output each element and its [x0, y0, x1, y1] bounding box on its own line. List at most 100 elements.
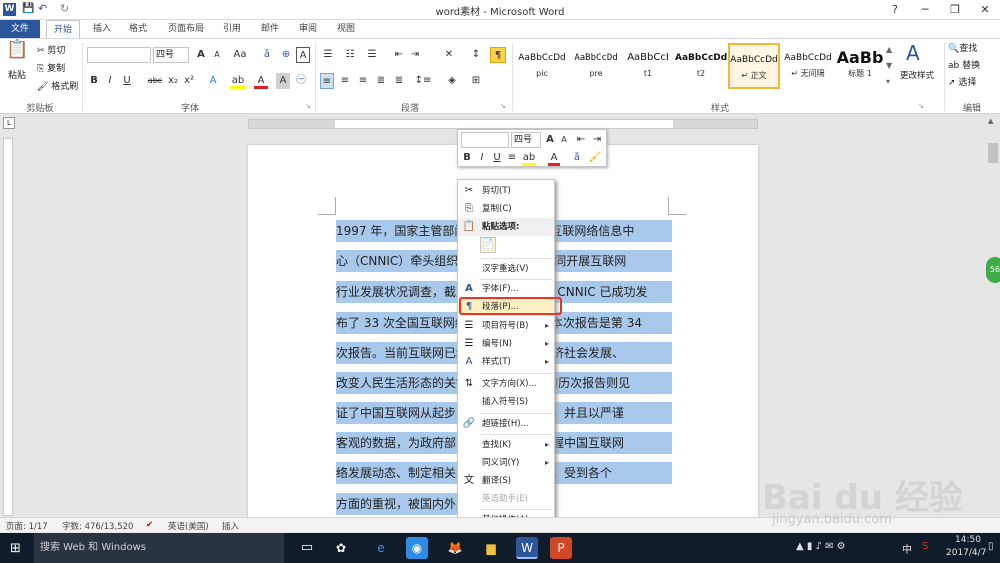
ime-indicator[interactable]: 中: [902, 541, 912, 556]
minimize-button[interactable]: ─: [910, 0, 940, 20]
justify-icon[interactable]: ≣: [374, 73, 388, 89]
underline-button[interactable]: U: [120, 73, 134, 89]
vertical-scrollbar[interactable]: ▲: [986, 115, 1000, 517]
browser-app-icon[interactable]: ◉: [406, 537, 428, 559]
decrease-indent-icon[interactable]: ⇤: [392, 47, 406, 63]
mini-increase-indent-icon[interactable]: ⇥: [590, 132, 604, 148]
paste-keep-text-icon[interactable]: 📄: [480, 237, 496, 253]
mini-underline-icon[interactable]: U: [491, 150, 503, 166]
menu-item-font[interactable]: A 字体(F)...: [458, 280, 554, 298]
paragraph-launcher-icon[interactable]: ↘: [500, 102, 506, 110]
powerpoint-taskbar-icon[interactable]: P: [550, 537, 572, 559]
font-size-combo[interactable]: 四号: [153, 47, 189, 63]
borders-icon[interactable]: ⊞: [468, 73, 484, 89]
word-taskbar-icon[interactable]: W: [516, 537, 538, 559]
enclosed-chars-icon[interactable]: ㊀: [294, 73, 308, 89]
tab-file[interactable]: 文件: [0, 20, 40, 38]
change-case-button[interactable]: Aa: [230, 47, 250, 63]
word-count[interactable]: 字数: 476/13,520: [62, 520, 133, 532]
styles-more-icon[interactable]: ▾: [886, 77, 890, 86]
style-normal[interactable]: AaBbCcDd ↵ 正文: [728, 43, 780, 89]
scroll-thumb[interactable]: [988, 143, 998, 163]
mini-format-painter-icon[interactable]: 🖌: [588, 150, 602, 166]
styles-scroll-up-icon[interactable]: ▲: [886, 45, 892, 54]
sogou-icon[interactable]: S: [922, 541, 928, 552]
strikethrough-button[interactable]: abc: [145, 73, 165, 89]
menu-item-styles[interactable]: A 样式(T) ▸: [458, 353, 554, 371]
ribbon-options-icon[interactable]: ?: [880, 0, 910, 20]
font-name-combo[interactable]: [87, 47, 151, 63]
menu-item-numbering[interactable]: ☰ 编号(N) ▸: [458, 335, 554, 353]
font-color-button[interactable]: A: [254, 73, 268, 89]
change-styles-button[interactable]: 更改样式: [900, 69, 934, 83]
mini-decrease-indent-icon[interactable]: ⇤: [574, 132, 588, 148]
grow-font-button[interactable]: A: [194, 47, 208, 63]
clock-date[interactable]: 2017/4/7: [946, 548, 986, 558]
tab-selector-icon[interactable]: L: [3, 117, 15, 129]
tab-format[interactable]: 格式: [122, 20, 154, 38]
bullets-icon[interactable]: ☰: [320, 47, 336, 63]
style-pic[interactable]: AaBbCcDd pic: [516, 43, 568, 89]
close-button[interactable]: ✕: [970, 0, 1000, 20]
replace-button[interactable]: ab 替换: [948, 59, 980, 73]
font-launcher-icon[interactable]: ↘: [305, 102, 311, 110]
mini-font-color-icon[interactable]: A: [548, 150, 560, 166]
file-explorer-icon[interactable]: ▆: [480, 537, 502, 559]
text-effect-button[interactable]: A: [206, 73, 220, 89]
shrink-font-button[interactable]: A: [210, 47, 224, 63]
tab-view[interactable]: 视图: [330, 20, 362, 38]
menu-item-bullets[interactable]: ☰ 项目符号(B) ▸: [458, 317, 554, 335]
green-side-badge[interactable]: 56: [986, 257, 1000, 283]
menu-item-hyperlink[interactable]: 🔗 超链接(H)...: [458, 415, 554, 433]
select-button[interactable]: ➚ 选择: [948, 76, 976, 90]
mini-phonetic-icon[interactable]: ǎ: [570, 150, 584, 166]
find-button[interactable]: 🔍查找: [948, 42, 977, 56]
tab-references[interactable]: 引用: [216, 20, 248, 38]
horizontal-ruler[interactable]: [248, 119, 758, 129]
mini-grow-font-icon[interactable]: A: [544, 132, 556, 148]
style-heading-1[interactable]: AaBb 标题 1: [834, 43, 886, 89]
bold-button[interactable]: B: [88, 73, 100, 89]
enclose-char-icon[interactable]: ⊕: [278, 47, 294, 63]
menu-item-reconvert[interactable]: 汉字重选(V): [458, 260, 554, 278]
clock-time[interactable]: 14:50: [955, 535, 981, 545]
style-no-spacing[interactable]: AaBbCcDd ↵ 无间隔: [782, 43, 834, 89]
mini-italic-icon[interactable]: I: [476, 150, 488, 166]
align-right-icon[interactable]: ≡: [356, 73, 370, 89]
copy-button[interactable]: ⎘ 复制: [37, 62, 65, 76]
paste-button[interactable]: 粘贴: [8, 69, 26, 83]
change-styles-icon[interactable]: A: [906, 41, 920, 65]
language[interactable]: 英语(美国): [168, 520, 209, 532]
style-pre[interactable]: AaBbCcDd pre: [570, 43, 622, 89]
increase-indent-icon[interactable]: ⇥: [408, 47, 422, 63]
mini-shrink-font-icon[interactable]: A: [558, 132, 570, 148]
menu-item-copy[interactable]: ⎘ 复制(C): [458, 200, 554, 218]
taskbar-search[interactable]: 搜索 Web 和 Windows: [34, 533, 284, 563]
distribute-icon[interactable]: ≣: [392, 73, 406, 89]
highlight-button[interactable]: ab: [230, 73, 246, 89]
cut-button[interactable]: ✂ 剪切: [37, 44, 65, 58]
format-painter-button[interactable]: 🖌 格式刷: [37, 80, 78, 94]
fox-app-icon[interactable]: 🦊: [444, 537, 466, 559]
tab-page-layout[interactable]: 页面布局: [160, 20, 212, 38]
mini-font-size-combo[interactable]: 四号: [511, 132, 541, 148]
line-spacing-icon[interactable]: ↕≡: [414, 73, 432, 89]
char-shading-button[interactable]: A: [276, 73, 290, 89]
char-border-button[interactable]: A: [296, 47, 310, 63]
menu-item-insert-symbol[interactable]: 插入符号(S): [458, 393, 554, 411]
windows-start-icon[interactable]: ⊞: [10, 541, 21, 556]
tab-insert[interactable]: 插入: [86, 20, 118, 38]
scroll-up-icon[interactable]: ▲: [988, 117, 993, 125]
menu-item-translate[interactable]: 文翻译(S): [458, 472, 554, 490]
mini-align-center-icon[interactable]: ≡: [506, 150, 518, 166]
style-t2[interactable]: AaBbCcDd t2: [675, 43, 727, 89]
paste-icon[interactable]: 📋: [6, 41, 28, 59]
styles-scroll-down-icon[interactable]: ▼: [886, 61, 892, 70]
tab-mailings[interactable]: 邮件: [254, 20, 286, 38]
tab-review[interactable]: 审阅: [292, 20, 324, 38]
align-left-icon[interactable]: ≡: [320, 73, 334, 89]
menu-item-cut[interactable]: ✂ 剪切(T): [458, 182, 554, 200]
edge-browser-icon[interactable]: e: [370, 537, 392, 559]
vertical-ruler[interactable]: [3, 138, 13, 516]
styles-launcher-icon[interactable]: ↘: [918, 102, 924, 110]
